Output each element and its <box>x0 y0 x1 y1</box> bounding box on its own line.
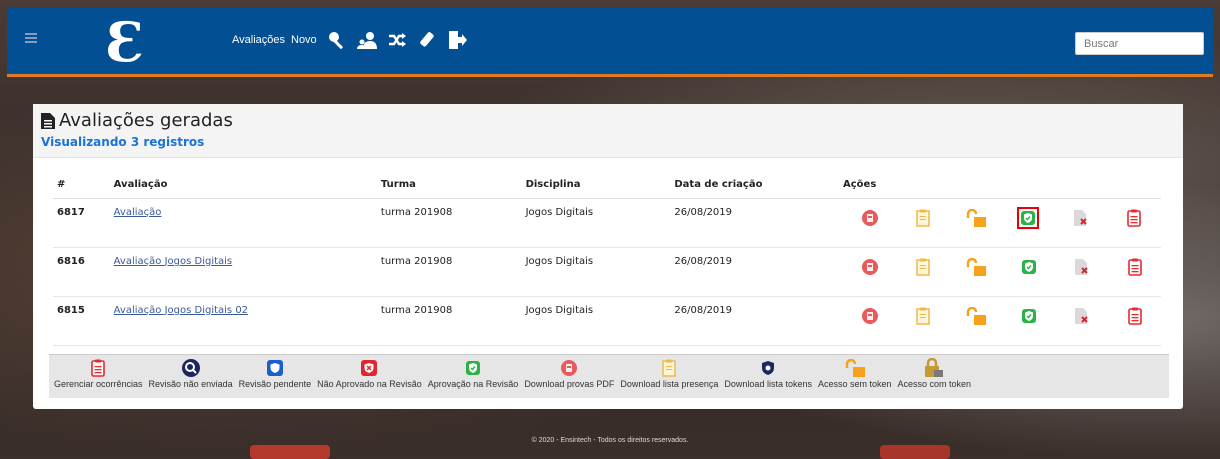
legend-label: Não Aprovado na Revisão <box>317 379 422 389</box>
review-pending-icon <box>266 357 283 379</box>
download-pdf-icon[interactable] <box>843 205 896 231</box>
legend-label: Download provas PDF <box>524 379 615 389</box>
row-id: 6817 <box>53 198 110 248</box>
occurrences-icon[interactable] <box>1108 254 1161 280</box>
card-header: Avaliações geradas Visualizando 3 regist… <box>33 104 1183 158</box>
legend-label: Gerenciar ocorrências <box>54 379 143 389</box>
logout-icon[interactable] <box>447 30 467 50</box>
row-turma: turma 201908 <box>376 247 522 297</box>
approved-icon[interactable] <box>1015 205 1041 231</box>
presence-list-icon[interactable] <box>896 205 949 231</box>
approved-icon <box>466 357 481 379</box>
footer: © 2020 - Ensintech - Todos os direitos r… <box>531 437 689 444</box>
legend-label: Acesso com token <box>897 379 972 389</box>
row-id: 6815 <box>53 296 110 346</box>
unlocked-icon[interactable] <box>949 303 1002 329</box>
token-list-icon[interactable] <box>1055 303 1108 329</box>
users-icon[interactable] <box>356 30 377 50</box>
legend-manage-occurrences: Gerenciar ocorrências <box>51 357 146 389</box>
approved-icon[interactable] <box>1002 254 1055 280</box>
row-turma: turma 201908 <box>376 198 522 248</box>
occurrences-icon <box>91 357 106 379</box>
download-pdf-icon[interactable] <box>843 254 896 280</box>
legend-review-pending: Revisão pendente <box>236 357 315 389</box>
table-row: 6817 Avaliação turma 201908 Jogos Digita… <box>53 198 1161 248</box>
unlocked-icon[interactable] <box>949 205 1002 231</box>
nav-link-novo[interactable]: Novo <box>291 34 317 46</box>
presence-list-icon[interactable] <box>896 254 949 280</box>
occurrences-icon[interactable] <box>1107 205 1160 231</box>
nav-links: Avaliações Novo <box>232 30 467 50</box>
legend-access-with-token: Acesso com token <box>895 357 975 389</box>
assessment-link[interactable]: Avaliação <box>114 207 162 218</box>
search-input[interactable] <box>1075 32 1204 55</box>
legend-download-pdf: Download provas PDF <box>521 357 617 389</box>
header-id: # <box>53 172 110 199</box>
locked-token-icon <box>924 357 944 379</box>
key-icon[interactable] <box>327 30 347 50</box>
download-pdf-icon[interactable] <box>843 303 896 329</box>
legend-label: Acesso sem token <box>817 379 892 389</box>
row-actions <box>839 296 1161 346</box>
header-data: Data de criação <box>670 172 839 199</box>
legend-label: Revisão pendente <box>238 379 312 389</box>
row-actions <box>839 247 1161 297</box>
download-pdf-icon <box>561 357 578 379</box>
occurrences-icon[interactable] <box>1108 303 1161 329</box>
page-title: Avaliações geradas <box>59 110 233 131</box>
table-row: 6816 Avaliação Jogos Digitais turma 2019… <box>53 247 1161 297</box>
unlocked-icon[interactable] <box>949 254 1002 280</box>
row-id: 6816 <box>53 247 110 297</box>
legend-label: Download lista tokens <box>724 379 812 389</box>
header-avaliacao: Avaliação <box>109 172 377 199</box>
not-approved-icon <box>361 357 378 379</box>
generated-assessments-card: Avaliações geradas Visualizando 3 regist… <box>33 104 1183 409</box>
row-data: 26/08/2019 <box>670 198 839 248</box>
header-disciplina: Disciplina <box>521 172 671 199</box>
legend-label: Download lista presença <box>620 379 719 389</box>
row-data: 26/08/2019 <box>670 296 839 346</box>
legend-label: Revisão não enviada <box>148 379 233 389</box>
row-disciplina: Jogos Digitais <box>521 296 671 346</box>
legend-not-approved: Não Aprovado na Revisão <box>314 357 425 389</box>
token-list-icon[interactable] <box>1054 205 1107 231</box>
legend-approved: Aprovação na Revisão <box>425 357 522 389</box>
table-row: 6815 Avaliação Jogos Digitais 02 turma 2… <box>53 296 1161 346</box>
assessment-link[interactable]: Avaliação Jogos Digitais 02 <box>114 305 248 316</box>
shuffle-icon[interactable] <box>387 30 407 50</box>
legend-download-tokens: Download lista tokens <box>721 357 815 389</box>
presence-list-icon <box>662 357 677 379</box>
row-turma: turma 201908 <box>376 296 522 346</box>
assessment-link[interactable]: Avaliação Jogos Digitais <box>114 256 232 267</box>
token-list-icon[interactable] <box>1055 254 1108 280</box>
nav-link-avaliacoes[interactable]: Avaliações <box>232 34 285 46</box>
icon-legend: Gerenciar ocorrências Revisão não enviada… <box>49 354 1169 398</box>
header-turma: Turma <box>376 172 522 199</box>
row-data: 26/08/2019 <box>670 247 839 297</box>
approved-icon[interactable] <box>1002 303 1055 329</box>
unlocked-icon <box>844 357 866 379</box>
legend-download-presence: Download lista presença <box>617 357 721 389</box>
logo[interactable]: Ɛ <box>101 12 149 72</box>
presence-list-icon[interactable] <box>896 303 949 329</box>
legend-review-not-sent: Revisão não enviada <box>146 357 236 389</box>
menu-icon[interactable] <box>25 33 37 43</box>
assessments-table: # Avaliação Turma Disciplina Data de cri… <box>53 172 1161 346</box>
legend-access-no-token: Acesso sem token <box>815 357 895 389</box>
review-not-sent-icon <box>181 357 200 379</box>
header-acoes: Ações <box>839 172 1161 199</box>
record-count: Visualizando 3 registros <box>41 135 205 149</box>
legend-label: Aprovação na Revisão <box>427 379 519 389</box>
eraser-icon[interactable] <box>417 30 437 50</box>
row-disciplina: Jogos Digitais <box>521 198 671 248</box>
row-actions <box>839 198 1161 248</box>
document-icon <box>41 112 55 129</box>
top-navbar: Ɛ Avaliações Novo <box>7 8 1213 77</box>
token-list-download-icon <box>762 357 775 379</box>
row-disciplina: Jogos Digitais <box>521 247 671 297</box>
